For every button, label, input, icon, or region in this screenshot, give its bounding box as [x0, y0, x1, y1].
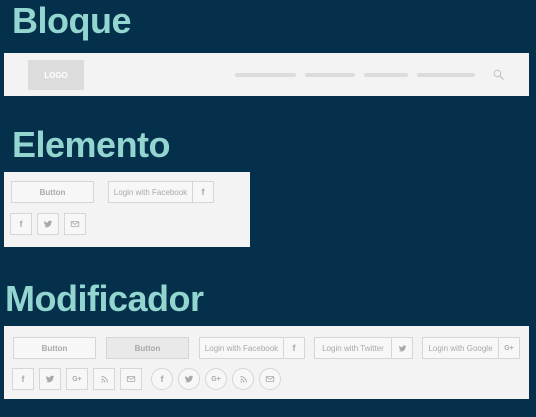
facebook-icon: f	[160, 373, 164, 384]
facebook-icon-button[interactable]: f	[12, 368, 34, 390]
twitter-icon-button[interactable]	[37, 213, 59, 235]
button[interactable]: Button	[11, 181, 94, 203]
facebook-login-label: Login with Facebook	[204, 343, 279, 353]
button-filled[interactable]: Button	[106, 337, 189, 359]
rss-round-icon-button[interactable]	[232, 368, 254, 390]
element-panel: Button Login with Facebook f f	[4, 172, 250, 247]
facebook-login-button[interactable]: Login with Facebook f	[199, 337, 305, 359]
facebook-icon: f	[283, 338, 304, 358]
email-icon	[265, 374, 275, 384]
google-login-button[interactable]: Login with Google G+	[422, 337, 520, 359]
nav-item-1[interactable]	[235, 73, 296, 77]
twitter-icon	[45, 374, 55, 384]
twitter-icon	[184, 374, 194, 384]
facebook-icon: f	[21, 373, 25, 384]
facebook-login-button[interactable]: Login with Facebook f	[108, 181, 214, 203]
google-plus-icon: G+	[498, 338, 519, 358]
twitter-login-label: Login with Twitter	[322, 343, 384, 353]
facebook-round-icon-button[interactable]: f	[151, 368, 173, 390]
twitter-icon	[43, 219, 53, 229]
rss-icon-button[interactable]	[93, 368, 115, 390]
nav-item-4[interactable]	[417, 73, 475, 77]
email-round-icon-button[interactable]	[259, 368, 281, 390]
email-icon	[70, 219, 80, 229]
google-plus-round-icon-button[interactable]: G+	[205, 368, 227, 390]
rss-icon	[239, 375, 248, 384]
modifier-panel: Button Button Login with Facebook f Logi…	[4, 326, 529, 399]
block-heading: Bloque	[12, 0, 132, 41]
facebook-icon: f	[192, 182, 213, 202]
email-icon-button[interactable]	[64, 213, 86, 235]
twitter-login-button[interactable]: Login with Twitter	[314, 337, 413, 359]
nav-item-3[interactable]	[364, 73, 408, 77]
nav-item-2[interactable]	[305, 73, 355, 77]
modifier-heading: Modificador	[5, 278, 204, 319]
google-plus-icon: G+	[211, 375, 221, 383]
button[interactable]: Button	[13, 337, 96, 359]
search-icon[interactable]	[492, 68, 505, 81]
email-icon	[126, 374, 136, 384]
email-icon-button[interactable]	[120, 368, 142, 390]
google-login-label: Login with Google	[428, 343, 493, 353]
element-heading: Elemento	[12, 124, 171, 165]
twitter-round-icon-button[interactable]	[178, 368, 200, 390]
google-plus-icon: G+	[72, 375, 82, 383]
google-plus-icon-button[interactable]: G+	[66, 368, 88, 390]
logo[interactable]: LOGO	[28, 60, 84, 90]
twitter-icon	[391, 338, 412, 358]
rss-icon	[100, 375, 109, 384]
twitter-icon-button[interactable]	[39, 368, 61, 390]
facebook-icon-button[interactable]: f	[10, 213, 32, 235]
block-navbar-panel: LOGO	[4, 53, 529, 96]
facebook-login-label: Login with Facebook	[113, 187, 188, 197]
facebook-icon: f	[19, 218, 23, 229]
